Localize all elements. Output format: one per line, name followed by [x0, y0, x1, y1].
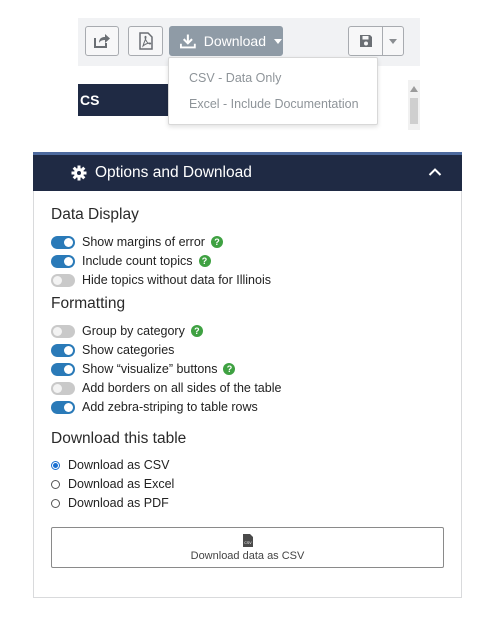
- toggle-switch[interactable]: [51, 324, 75, 338]
- download-button-label: Download data as CSV: [190, 550, 305, 562]
- download-table-heading: Download this table: [51, 430, 187, 447]
- radio-button[interactable]: [51, 460, 60, 470]
- scroll-up-arrow[interactable]: [410, 86, 418, 92]
- help-icon[interactable]: ?: [210, 236, 223, 248]
- option-add-zebra-striping[interactable]: Add zebra-striping to table rows: [51, 399, 258, 415]
- pdf-icon: [138, 32, 153, 50]
- option-hide-topics-without-data[interactable]: Hide topics without data for Illinois: [51, 272, 271, 288]
- pdf-button[interactable]: [128, 26, 163, 56]
- save-icon: [359, 35, 372, 47]
- option-label: Show categories: [82, 343, 175, 357]
- radio-label: Download as CSV: [68, 458, 170, 472]
- help-icon[interactable]: ?: [198, 255, 211, 267]
- download-button-label: Download: [203, 33, 266, 49]
- option-label: Group by category: [82, 324, 185, 338]
- radio-button[interactable]: [51, 479, 60, 489]
- option-show-categories[interactable]: Show categories: [51, 342, 174, 358]
- options-panel: Options and Download Data Display Show m…: [33, 152, 462, 598]
- menu-item-csv-data-only[interactable]: CSV - Data Only: [189, 71, 281, 85]
- option-label: Add borders on all sides of the table: [82, 381, 282, 395]
- chevron-down-icon: [274, 38, 282, 44]
- share-icon: [94, 34, 110, 48]
- share-button[interactable]: [85, 26, 119, 56]
- options-panel-header[interactable]: Options and Download: [33, 152, 462, 191]
- csv-icon-text: CSV: [244, 541, 252, 545]
- table-header-text: CS: [80, 92, 100, 108]
- formatting-heading: Formatting: [51, 295, 126, 312]
- option-label: Add zebra-striping to table rows: [82, 400, 258, 414]
- download-dropdown-menu: CSV - Data Only Excel - Include Document…: [168, 57, 378, 125]
- toggle-switch[interactable]: [51, 381, 75, 395]
- option-group-by-category[interactable]: Group by category ?: [51, 323, 203, 339]
- option-label: Show margins of error: [82, 235, 205, 249]
- save-options-button[interactable]: [382, 26, 404, 56]
- option-include-count-topics[interactable]: Include count topics ?: [51, 253, 211, 269]
- toggle-switch[interactable]: [51, 362, 75, 376]
- option-add-borders[interactable]: Add borders on all sides of the table: [51, 380, 281, 396]
- toggle-switch[interactable]: [51, 343, 75, 357]
- radio-download-csv[interactable]: Download as CSV: [51, 457, 169, 473]
- option-label: Hide topics without data for Illinois: [82, 273, 271, 287]
- toggle-switch[interactable]: [51, 254, 75, 268]
- download-data-button[interactable]: CSV Download data as CSV: [51, 527, 444, 568]
- option-show-margins-of-error[interactable]: Show margins of error ?: [51, 234, 223, 250]
- option-show-visualize-buttons[interactable]: Show “visualize” buttons ?: [51, 361, 236, 377]
- option-label: Show “visualize” buttons: [82, 362, 218, 376]
- csv-file-icon: CSV: [243, 534, 253, 547]
- toggle-switch[interactable]: [51, 400, 75, 414]
- option-label: Include count topics: [82, 254, 193, 268]
- chevron-up-icon[interactable]: [428, 167, 442, 177]
- menu-item-excel-include-documentation[interactable]: Excel - Include Documentation: [189, 97, 359, 111]
- table-toolbar: Download CS CSV - Data Only Excel - Incl…: [78, 18, 420, 130]
- radio-button[interactable]: [51, 498, 60, 508]
- chevron-down-icon: [389, 38, 397, 44]
- scrollbar[interactable]: [408, 80, 420, 130]
- gear-icon: [71, 165, 87, 181]
- radio-label: Download as PDF: [68, 496, 169, 510]
- save-button[interactable]: [348, 26, 383, 56]
- radio-label: Download as Excel: [68, 477, 175, 491]
- toggle-switch[interactable]: [51, 235, 75, 249]
- data-display-heading: Data Display: [51, 206, 139, 223]
- radio-download-pdf[interactable]: Download as PDF: [51, 495, 169, 511]
- table-header-band: CS: [78, 84, 178, 116]
- toggle-switch[interactable]: [51, 273, 75, 287]
- download-icon: [180, 34, 196, 49]
- help-icon[interactable]: ?: [190, 325, 203, 337]
- download-dropdown-button[interactable]: Download: [169, 26, 283, 56]
- options-panel-title: Options and Download: [95, 164, 252, 181]
- scroll-thumb[interactable]: [410, 98, 418, 124]
- help-icon[interactable]: ?: [223, 363, 236, 375]
- radio-download-excel[interactable]: Download as Excel: [51, 476, 174, 492]
